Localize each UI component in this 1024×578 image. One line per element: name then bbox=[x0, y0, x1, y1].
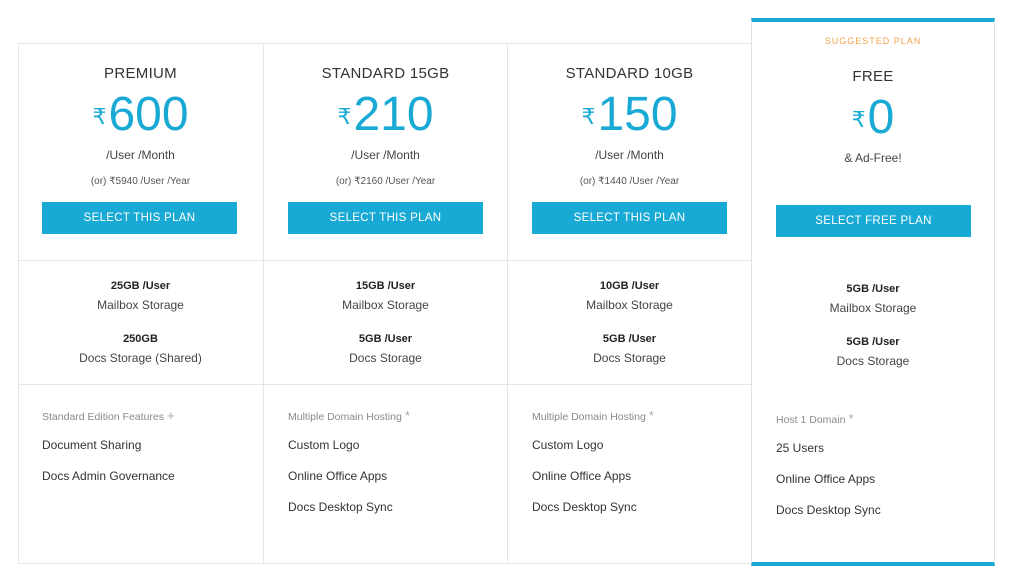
features-heading: Multiple Domain Hosting * bbox=[532, 408, 654, 423]
docs-label: Docs Storage bbox=[349, 351, 422, 365]
docs-amount: 5GB /User bbox=[846, 336, 900, 348]
docs-storage: 5GB /User Docs Storage bbox=[508, 333, 751, 365]
mailbox-amount: 25GB /User bbox=[110, 280, 171, 292]
price-yearly: (or) ₹1440 /User /Year bbox=[579, 176, 680, 187]
feature-item: 25 Users bbox=[776, 441, 825, 455]
price-yearly: (or) ₹2160 /User /Year bbox=[335, 176, 436, 187]
currency-symbol: ₹ bbox=[92, 104, 107, 129]
features-heading[interactable]: Standard Edition Features + bbox=[42, 408, 175, 423]
features-heading: Multiple Domain Hosting * bbox=[288, 408, 410, 423]
asterisk-icon: * bbox=[404, 408, 410, 423]
select-plan-button[interactable]: SELECT THIS PLAN bbox=[288, 202, 483, 234]
price-period: /User /Month bbox=[106, 148, 175, 162]
plan-column-free: SUGGESTED PLAN FREE ₹0 & Ad-Free! SELECT… bbox=[751, 18, 995, 566]
docs-amount: 5GB /User bbox=[602, 333, 657, 345]
price-value: 150 bbox=[597, 88, 678, 141]
asterisk-icon: * bbox=[648, 408, 654, 423]
docs-storage: 5GB /User Docs Storage bbox=[264, 333, 507, 365]
mailbox-amount: 5GB /User bbox=[846, 283, 900, 295]
plan-name: STANDARD 15GB bbox=[321, 65, 450, 82]
features-heading: Host 1 Domain * bbox=[776, 411, 854, 426]
price-note: & Ad-Free! bbox=[844, 151, 902, 165]
currency-symbol: ₹ bbox=[851, 107, 866, 132]
mailbox-label: Mailbox Storage bbox=[342, 298, 429, 312]
plan-price: ₹210 bbox=[264, 89, 507, 141]
price-value: 210 bbox=[353, 88, 434, 141]
features-heading-text: Standard Edition Features bbox=[42, 411, 164, 423]
features-heading-text: Multiple Domain Hosting bbox=[532, 411, 646, 423]
plan-name: FREE bbox=[852, 68, 894, 85]
feature-item: Online Office Apps bbox=[288, 469, 388, 483]
mailbox-storage: 25GB /User Mailbox Storage bbox=[18, 280, 263, 312]
plan-column-standard-10gb: STANDARD 10GB ₹150 /User /Month (or) ₹14… bbox=[507, 43, 751, 564]
feature-item: Custom Logo bbox=[288, 438, 360, 452]
docs-label: Docs Storage (Shared) bbox=[79, 351, 202, 365]
currency-symbol: ₹ bbox=[581, 104, 596, 129]
price-value: 600 bbox=[108, 88, 189, 141]
currency-symbol: ₹ bbox=[337, 104, 352, 129]
plan-column-standard-15gb: STANDARD 15GB ₹210 /User /Month (or) ₹21… bbox=[263, 43, 507, 564]
suggested-plan-label: SUGGESTED PLAN bbox=[824, 36, 922, 46]
plan-price: ₹150 bbox=[508, 89, 751, 141]
mailbox-amount: 15GB /User bbox=[355, 280, 416, 292]
plus-icon: + bbox=[167, 408, 175, 423]
mailbox-amount: 10GB /User bbox=[599, 280, 660, 292]
docs-storage: 5GB /User Docs Storage bbox=[752, 336, 994, 368]
mailbox-label: Mailbox Storage bbox=[829, 301, 917, 315]
docs-storage: 250GB Docs Storage (Shared) bbox=[18, 333, 263, 365]
mailbox-storage: 5GB /User Mailbox Storage bbox=[752, 283, 994, 315]
feature-item: Docs Desktop Sync bbox=[776, 503, 881, 517]
features-heading-text: Host 1 Domain bbox=[776, 414, 846, 426]
features-heading-text: Multiple Domain Hosting bbox=[288, 411, 402, 423]
plan-column-premium: PREMIUM ₹600 /User /Month (or) ₹5940 /Us… bbox=[18, 43, 263, 564]
price-period: /User /Month bbox=[595, 148, 664, 162]
select-plan-button[interactable]: SELECT THIS PLAN bbox=[42, 202, 237, 234]
price-value: 0 bbox=[867, 91, 895, 144]
price-period: /User /Month bbox=[351, 148, 420, 162]
mailbox-label: Mailbox Storage bbox=[97, 298, 184, 312]
feature-item: Online Office Apps bbox=[532, 469, 632, 483]
asterisk-icon: * bbox=[848, 411, 854, 426]
docs-label: Docs Storage bbox=[836, 354, 910, 368]
feature-item: Docs Desktop Sync bbox=[532, 500, 637, 514]
docs-label: Docs Storage bbox=[593, 351, 666, 365]
feature-item: Custom Logo bbox=[532, 438, 604, 452]
feature-item: Online Office Apps bbox=[776, 472, 876, 486]
plan-name: PREMIUM bbox=[104, 65, 177, 82]
feature-item: Docs Desktop Sync bbox=[288, 500, 393, 514]
feature-item: Docs Admin Governance bbox=[42, 469, 175, 483]
feature-item: Document Sharing bbox=[42, 438, 142, 452]
plan-name: STANDARD 10GB bbox=[565, 65, 694, 82]
plan-price: ₹0 bbox=[752, 92, 994, 144]
mailbox-label: Mailbox Storage bbox=[586, 298, 673, 312]
mailbox-storage: 15GB /User Mailbox Storage bbox=[264, 280, 507, 312]
docs-amount: 250GB bbox=[123, 333, 158, 345]
plan-price: ₹600 bbox=[18, 89, 263, 141]
select-plan-button[interactable]: SELECT THIS PLAN bbox=[532, 202, 727, 234]
mailbox-storage: 10GB /User Mailbox Storage bbox=[508, 280, 751, 312]
price-yearly: (or) ₹5940 /User /Year bbox=[90, 176, 191, 187]
select-free-plan-button[interactable]: SELECT FREE PLAN bbox=[776, 205, 971, 237]
docs-amount: 5GB /User bbox=[358, 333, 413, 345]
